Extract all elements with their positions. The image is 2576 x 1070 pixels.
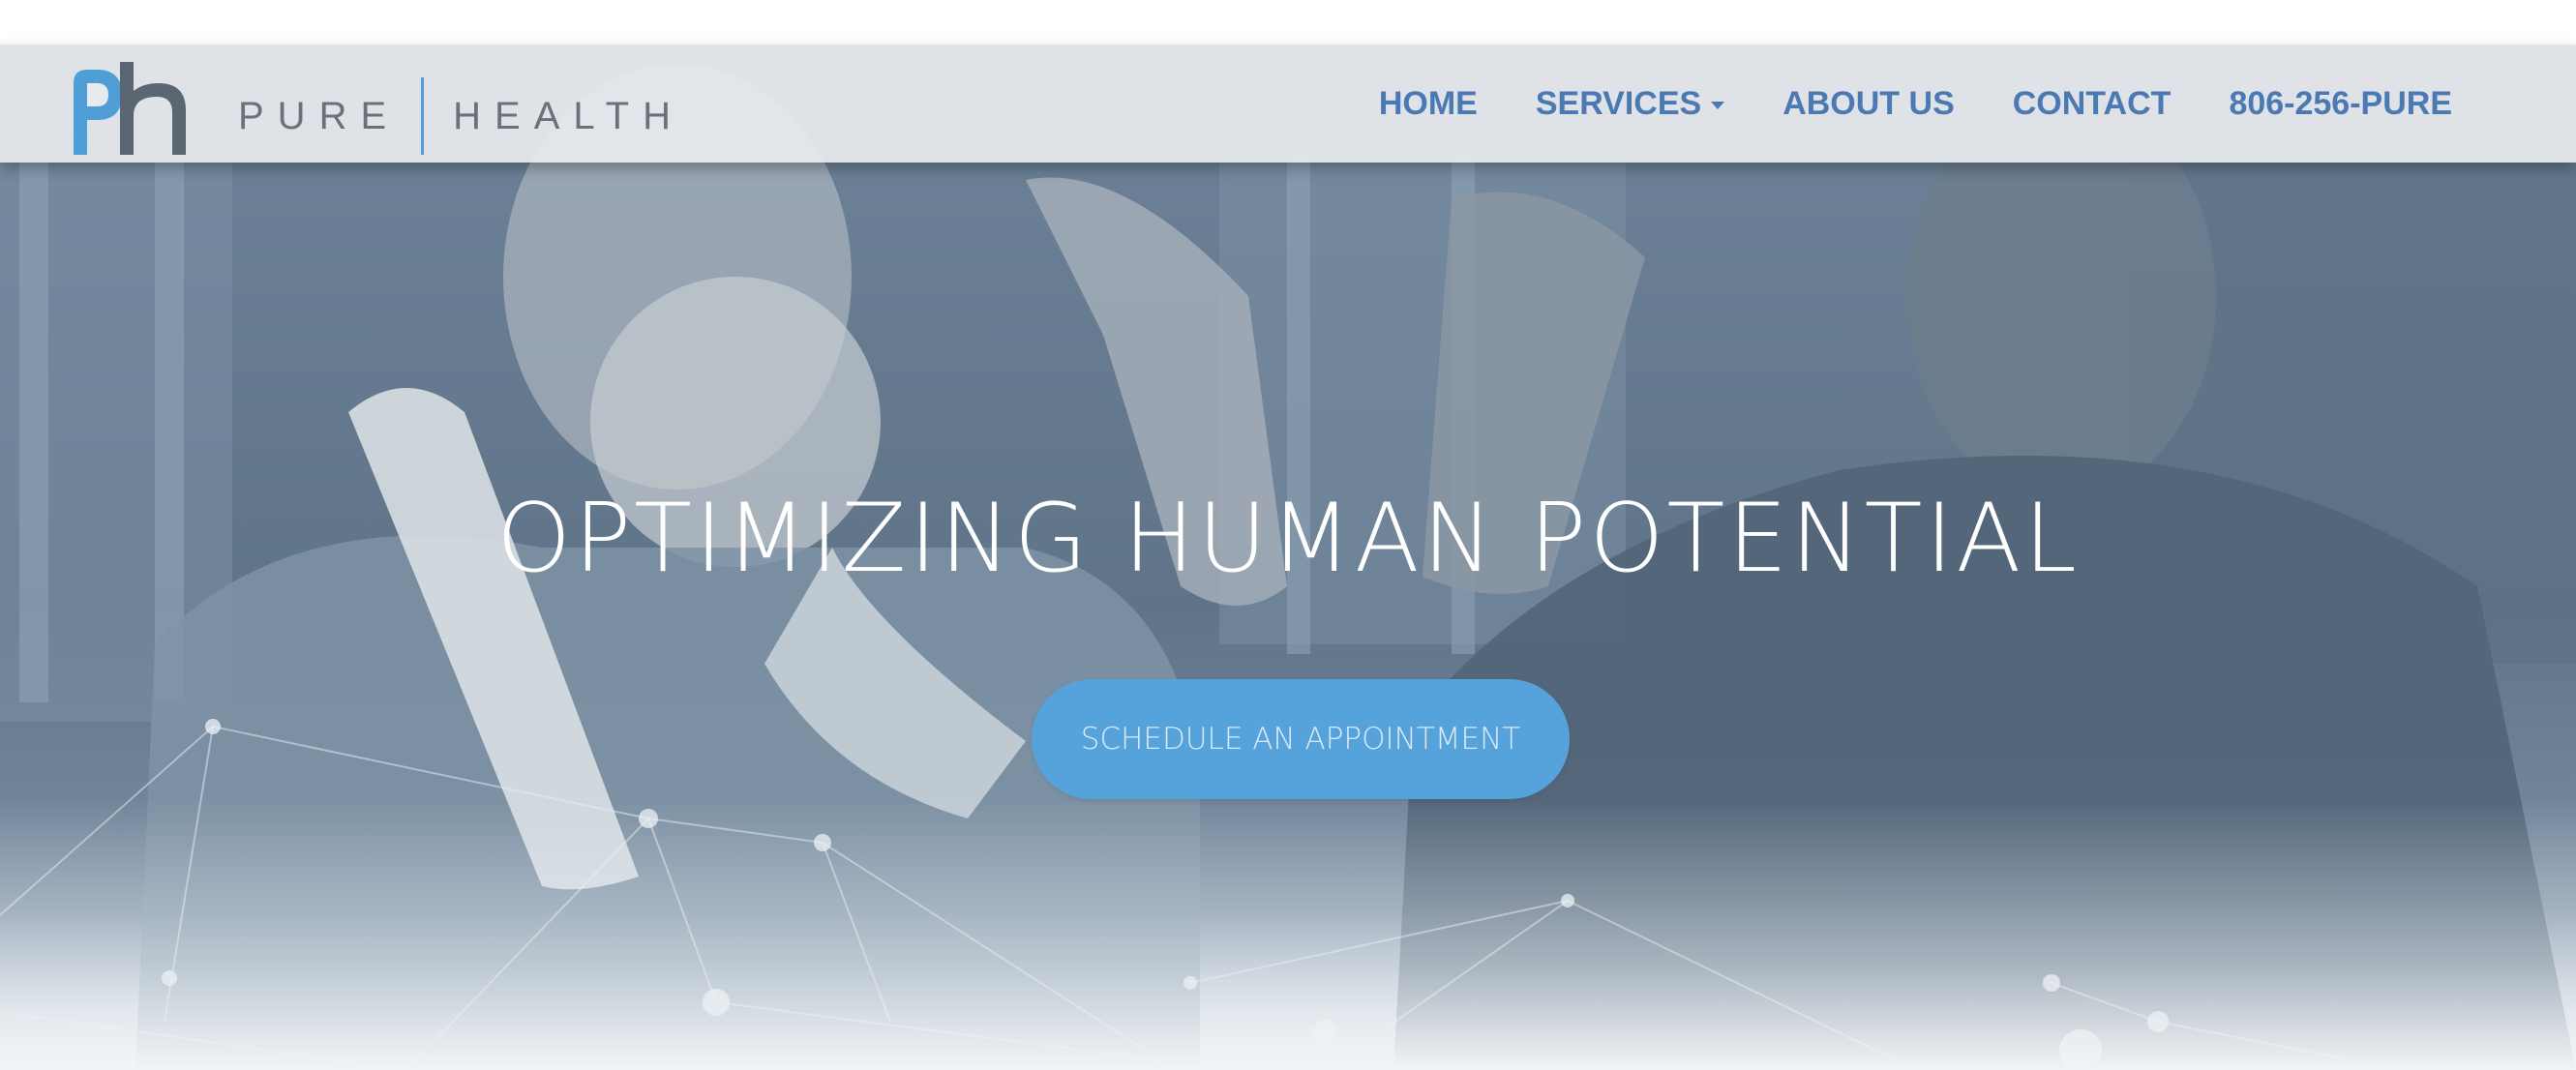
logo-wordmark: PURE HEALTH [238,77,684,155]
nav-services[interactable]: SERVICES [1535,84,1725,123]
logo-divider [421,77,425,155]
hero-headline: OPTIMIZING HUMAN POTENTIAL [495,484,2081,594]
site-logo[interactable]: PURE HEALTH [64,62,671,159]
nav-services-label: SERVICES [1535,84,1702,122]
nav-contact-label: CONTACT [2012,84,2172,122]
caret-down-icon [1711,102,1725,109]
ph-logo-icon [74,62,186,155]
logo-word-health: HEALTH [453,94,684,137]
nav-phone-label: 806-256-PURE [2229,84,2452,122]
nav-contact[interactable]: CONTACT [2013,85,2172,123]
nav-phone[interactable]: 806-256-PURE [2229,85,2452,123]
nav-about-us[interactable]: ABOUT US [1782,85,1955,123]
main-nav: HOME SERVICES ABOUT US CONTACT 806-256-P… [1379,45,2452,163]
nav-home-label: HOME [1378,84,1478,122]
logo-word-pure: PURE [238,94,401,137]
nav-home[interactable]: HOME [1379,85,1478,123]
schedule-appointment-button[interactable]: SCHEDULE AN APPOINTMENT [1032,679,1570,799]
nav-about-us-label: ABOUT US [1782,84,1955,122]
top-strip [0,0,2576,45]
